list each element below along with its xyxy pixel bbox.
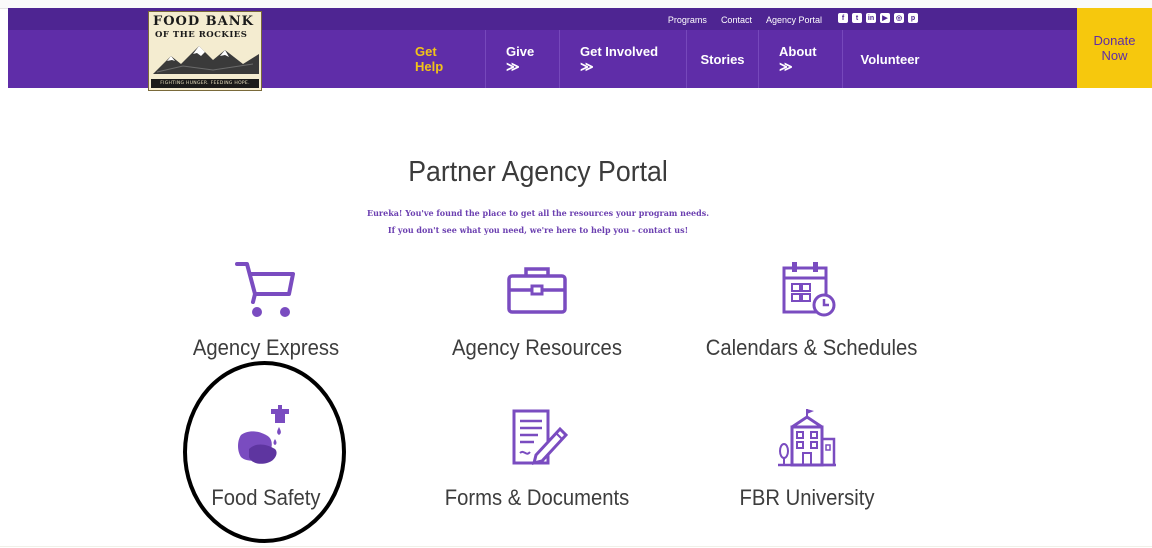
facebook-icon[interactable]: f <box>838 13 848 23</box>
nav-give[interactable]: Give ≫ <box>486 30 560 88</box>
nav-volunteer[interactable]: Volunteer <box>843 30 937 88</box>
donate-label-line2: Now <box>1101 48 1128 63</box>
nav-get-help[interactable]: Get Help <box>395 30 486 88</box>
site-header: Programs Contact Agency Portal f t in ▶ … <box>8 8 1152 91</box>
tile-label: Calendars & Schedules <box>705 335 918 360</box>
tile-forms-documents[interactable]: Forms & Documents <box>427 405 647 515</box>
page-title: Partner Agency Portal <box>408 156 668 188</box>
intro-text: Eureka! You've found the place to get al… <box>0 205 1076 239</box>
utility-links: Programs Contact Agency Portal <box>668 12 822 28</box>
youtube-icon[interactable]: ▶ <box>880 13 890 23</box>
instagram-icon[interactable]: ◎ <box>894 13 904 23</box>
main-nav: Get Help Give ≫ Get Involved ≫ Stories A… <box>395 30 937 88</box>
intro-line-1: Eureka! You've found the place to get al… <box>366 208 710 218</box>
school-building-icon <box>778 409 836 467</box>
document-icon <box>512 409 568 466</box>
twitter-icon[interactable]: t <box>852 13 862 23</box>
tile-label: FBR University <box>739 485 875 510</box>
calendar-icon <box>782 262 836 317</box>
donate-label-line1: Donate <box>1093 33 1136 48</box>
briefcase-icon <box>507 267 567 314</box>
programs-link[interactable]: Programs <box>668 15 707 25</box>
page-divider <box>0 546 1152 547</box>
tile-calendars-schedules[interactable]: Calendars & Schedules <box>697 258 917 368</box>
tile-fbr-university[interactable]: FBR University <box>697 405 917 515</box>
tile-label: Food Safety <box>211 485 321 510</box>
social-links: f t in ▶ ◎ p <box>838 13 918 23</box>
nav-get-involved[interactable]: Get Involved ≫ <box>560 30 687 88</box>
agency-portal-link[interactable]: Agency Portal <box>766 15 822 25</box>
pinterest-icon[interactable]: p <box>908 13 918 23</box>
tile-label: Agency Express <box>192 335 340 360</box>
tile-agency-resources[interactable]: Agency Resources <box>427 258 647 368</box>
shopping-cart-icon <box>235 262 295 317</box>
logo-title: Food Bank <box>153 14 254 29</box>
mountains-icon <box>153 46 259 74</box>
linkedin-icon[interactable]: in <box>866 13 876 23</box>
nav-stories[interactable]: Stories <box>687 30 759 88</box>
nav-about[interactable]: About ≫ <box>759 30 843 88</box>
hand-washing-icon <box>238 405 289 464</box>
tile-agency-express[interactable]: Agency Express <box>156 258 376 368</box>
contact-link[interactable]: Contact <box>721 15 752 25</box>
logo-subtitle: of the Rockies <box>155 30 248 40</box>
site-logo[interactable]: Food Bank of the Rockies Fighting Hunger… <box>148 11 262 91</box>
donate-now-button[interactable]: Donate Now <box>1077 8 1152 88</box>
tile-label: Agency Resources <box>452 335 622 360</box>
intro-line-2: If you don't see what you need, we're he… <box>387 225 689 235</box>
tile-food-safety[interactable]: Food Safety <box>156 405 376 515</box>
logo-tagline: Fighting Hunger. Feeding Hope. <box>151 79 259 88</box>
tile-label: Forms & Documents <box>444 485 630 510</box>
